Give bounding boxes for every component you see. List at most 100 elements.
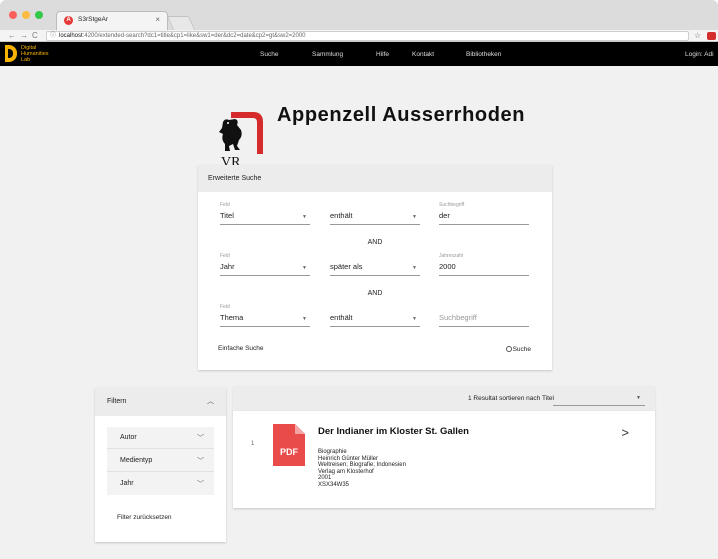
filter-item-autor[interactable]: Autor ﹀	[107, 427, 214, 449]
search-term-input[interactable]: Suchbegriff	[439, 313, 477, 322]
dh-lab-logo-text[interactable]: Digital Humanities Lab	[21, 45, 81, 63]
nav-sammlung[interactable]: Sammlung	[312, 51, 343, 58]
filter-item-jahr[interactable]: Jahr ﹀	[107, 473, 214, 495]
chevron-down-icon: ﹀	[197, 458, 204, 465]
search-row-1: Feld Titel ▼ enthält ▼ Suchbegriff der	[198, 202, 552, 232]
search-icon	[505, 346, 512, 352]
reload-icon[interactable]: C	[32, 30, 38, 41]
year-input[interactable]: 2000	[439, 262, 456, 271]
login-link[interactable]: Login: Adi	[685, 51, 714, 58]
term-label: Suchbegriff	[439, 202, 465, 208]
extended-search-title: Erweiterte Suche	[198, 165, 552, 192]
page-content: VR Appenzell Ausserrhoden Erweiterte Suc…	[0, 66, 718, 559]
term-input-underline	[439, 326, 529, 327]
bookmark-star-icon[interactable]: ☆	[694, 30, 701, 41]
dropdown-arrow-icon[interactable]: ▼	[302, 265, 307, 271]
result-meta-line: Verlag am Klosterhof	[318, 468, 374, 475]
dropdown-arrow-icon[interactable]: ▼	[412, 316, 417, 322]
connector-and[interactable]: AND	[198, 290, 552, 297]
search-button[interactable]: Suche	[505, 345, 531, 353]
back-icon[interactable]: ←	[8, 30, 16, 41]
result-count-text: 1 Resultat sortieren nach Titel	[468, 395, 554, 402]
simple-search-link[interactable]: Einfache Suche	[218, 345, 264, 352]
dropdown-arrow-icon[interactable]: ▼	[302, 214, 307, 220]
results-toolbar: 1 Resultat sortieren nach Titel ▼	[233, 386, 655, 412]
result-meta-line: Biographie	[318, 449, 347, 455]
field-select-value[interactable]: Jahr	[220, 262, 235, 271]
result-meta-line: Weltreisen; Biografie; Indonesien	[318, 462, 406, 469]
url-path: :4200/extended-search?dc1=title&cp1=like…	[82, 33, 306, 39]
field-select-value[interactable]: Titel	[220, 211, 234, 220]
dropdown-arrow-icon[interactable]: ▼	[302, 316, 307, 322]
field-select-underline	[220, 326, 310, 327]
chevron-down-icon: ﹀	[197, 481, 204, 488]
nav-hilfe[interactable]: Hilfe	[376, 51, 389, 58]
info-icon[interactable]: ⓘ	[50, 32, 56, 41]
browser-toolbar: ← → C ⓘ localhost:4200/extended-search?d…	[0, 30, 718, 42]
filter-item-label: Autor	[120, 434, 137, 441]
filter-header[interactable]: Filtern ︿	[95, 387, 226, 416]
extension-icon[interactable]	[707, 32, 716, 40]
field-select-underline	[220, 224, 310, 225]
operator-select-value[interactable]: enthält	[330, 313, 353, 322]
nav-bibliotheken[interactable]: Bibliotheken	[466, 51, 501, 58]
chevron-right-icon[interactable]: >	[621, 425, 629, 440]
chevron-up-icon[interactable]: ︿	[207, 387, 214, 416]
dropdown-arrow-icon[interactable]: ▼	[412, 214, 417, 220]
search-term-input[interactable]: der	[439, 211, 450, 220]
operator-select-value[interactable]: später als	[330, 262, 363, 271]
filter-list: Autor ﹀ Medientyp ﹀ Jahr ﹀	[107, 427, 214, 495]
operator-select-underline	[330, 326, 420, 327]
result-title[interactable]: Der Indianer im Kloster St. Gallen	[318, 426, 469, 437]
tab-title: S3rStgeAr	[78, 16, 108, 23]
url-text: localhost:4200/extended-search?dc1=title…	[59, 32, 306, 41]
filter-panel: Filtern ︿ Autor ﹀ Medientyp ﹀ Jahr ﹀ Fil…	[95, 387, 226, 542]
operator-select-underline	[330, 275, 420, 276]
operator-select-underline	[330, 224, 420, 225]
chevron-down-icon: ﹀	[197, 435, 204, 442]
operator-select-value[interactable]: enthält	[330, 211, 353, 220]
dropdown-arrow-icon[interactable]: ▼	[412, 265, 417, 271]
forward-icon[interactable]: →	[20, 30, 28, 41]
search-row-3: Feld Thema ▼ enthält ▼ Suchbegriff	[198, 304, 552, 334]
result-card[interactable]: 1 PDF Der Indianer im Kloster St. Gallen…	[233, 411, 655, 508]
connector-and[interactable]: AND	[198, 239, 552, 246]
angular-favicon-icon: A	[64, 16, 73, 25]
result-meta-line: Heinrich Günter Müller	[318, 455, 379, 462]
search-button-label: Suche	[512, 346, 531, 353]
dh-lab-logo-icon[interactable]	[5, 45, 17, 62]
result-index: 1	[251, 441, 255, 447]
minimize-window-button[interactable]	[22, 11, 30, 19]
term-input-underline	[439, 224, 529, 225]
appenzell-bear-emblem-icon: VR	[219, 112, 263, 170]
nav-suche[interactable]: Suche	[260, 51, 278, 58]
field-label: Feld	[220, 202, 230, 208]
address-bar[interactable]: ⓘ localhost:4200/extended-search?dc1=tit…	[46, 31, 689, 41]
result-meta-line: 2001	[318, 475, 332, 482]
nav-kontakt[interactable]: Kontakt	[412, 51, 434, 58]
new-tab-button[interactable]	[166, 16, 196, 30]
dropdown-arrow-icon[interactable]: ▼	[636, 395, 641, 401]
result-metadata: Biographie Heinrich Günter Müller Weltre…	[318, 449, 406, 489]
browser-tab[interactable]: A S3rStgeAr ×	[56, 11, 168, 30]
reset-filters-link[interactable]: Filter zurücksetzen	[117, 514, 172, 521]
result-meta-line: XSX34W35	[318, 481, 350, 488]
logo-line: Lab	[21, 57, 31, 63]
url-host: localhost	[59, 33, 83, 39]
tab-close-icon[interactable]: ×	[155, 15, 160, 24]
site-header: Digital Humanities Lab Suche Sammlung Hi…	[0, 42, 718, 66]
filter-title: Filtern	[107, 398, 127, 405]
term-label: Jahreszahl	[439, 253, 464, 259]
extended-search-card: Erweiterte Suche Feld Titel ▼ enthält ▼ …	[198, 165, 552, 370]
close-window-button[interactable]	[9, 11, 17, 19]
field-select-underline	[220, 275, 310, 276]
sort-select-underline[interactable]	[553, 405, 645, 406]
page-title: Appenzell Ausserrhoden	[277, 104, 526, 126]
pdf-file-icon	[273, 424, 305, 466]
term-input-underline	[439, 275, 529, 276]
field-label: Feld	[220, 304, 230, 310]
field-select-value[interactable]: Thema	[220, 313, 243, 322]
pdf-badge-label: PDF	[280, 447, 298, 457]
maximize-window-button[interactable]	[35, 11, 43, 19]
filter-item-medientyp[interactable]: Medientyp ﹀	[107, 450, 214, 472]
